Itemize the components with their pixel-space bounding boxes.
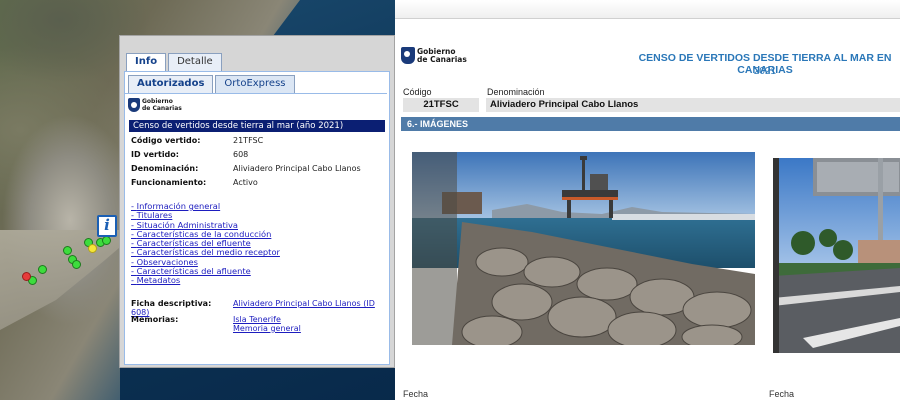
censo-header-bar: Censo de vertidos desde tierra al mar (a… xyxy=(129,120,385,132)
info-marker-icon[interactable]: i xyxy=(97,215,117,237)
coat-of-arms-icon xyxy=(401,47,415,64)
document-year: 2021 xyxy=(753,66,777,77)
tab-ortoexpress[interactable]: OrtoExpress xyxy=(215,75,295,93)
gobierno-canarias-logo: Gobierno de Canarias xyxy=(128,98,182,112)
logo-line-2: de Canarias xyxy=(142,105,182,112)
coat-of-arms-icon xyxy=(128,98,140,112)
fecha-label-1: Fecha xyxy=(403,389,429,399)
link-memoria-general[interactable]: Memoria general xyxy=(233,324,301,333)
link-isla-tenerife[interactable]: Isla Tenerife xyxy=(233,315,301,324)
street-photo-image xyxy=(773,158,900,353)
info-popup: Info Detalle Autorizados OrtoExpress Gob… xyxy=(119,35,395,368)
logo-line-1: Gobierno xyxy=(142,98,173,105)
popup-sub-tabs: Autorizados OrtoExpress xyxy=(128,75,295,93)
denominacion-value: Aliviadero Principal Cabo Llanos xyxy=(486,98,900,112)
tab-autorizados[interactable]: Autorizados xyxy=(128,75,214,93)
field-funcionamiento: Funcionamiento: Activo xyxy=(131,178,258,187)
discharge-point-marker[interactable] xyxy=(22,272,31,281)
popup-main-tabs: Info Detalle xyxy=(126,53,222,71)
selected-discharge-point-marker[interactable] xyxy=(88,244,97,253)
pdf-document-view: Gobierno de Canarias CENSO DE VERTIDOS D… xyxy=(395,0,900,400)
fecha-label-2: Fecha xyxy=(769,389,795,399)
denominacion-label: Denominación xyxy=(487,87,545,97)
discharge-point-marker[interactable] xyxy=(102,236,111,245)
link-metadatos[interactable]: - Metadatos xyxy=(131,276,280,286)
discharge-point-marker[interactable] xyxy=(38,265,47,274)
discharge-point-marker[interactable] xyxy=(72,260,81,269)
section-imagenes-bar: 6.- IMÁGENES xyxy=(401,117,900,131)
info-links-list: - Información general - Titulares - Situ… xyxy=(131,201,280,286)
field-id-vertido: ID vertido: 608 xyxy=(131,150,249,159)
popup-panel: Autorizados OrtoExpress Gobierno de Cana… xyxy=(124,71,390,365)
field-denominacion: Denominación: Aliviadero Principal Cabo L… xyxy=(131,164,361,173)
codigo-value: 21TFSC xyxy=(403,98,479,112)
discharge-point-marker[interactable] xyxy=(63,246,72,255)
logo-line-2: de Canarias xyxy=(417,54,467,64)
photo-outfall-harbor xyxy=(412,152,755,345)
harbor-photo-image xyxy=(412,152,755,345)
photo-outfall-street xyxy=(773,158,900,353)
codigo-label: Código xyxy=(403,87,432,97)
field-codigo-vertido: Código vertido: 21TFSC xyxy=(131,136,264,145)
document-toolbar xyxy=(395,0,900,19)
popup-content: Gobierno de Canarias Censo de vertidos d… xyxy=(125,93,387,363)
field-memorias: Memorias: Isla Tenerife Memoria general xyxy=(131,315,301,333)
tab-detalle[interactable]: Detalle xyxy=(168,53,222,71)
gobierno-canarias-logo: Gobierno de Canarias xyxy=(401,47,467,64)
tab-info[interactable]: Info xyxy=(126,53,167,71)
